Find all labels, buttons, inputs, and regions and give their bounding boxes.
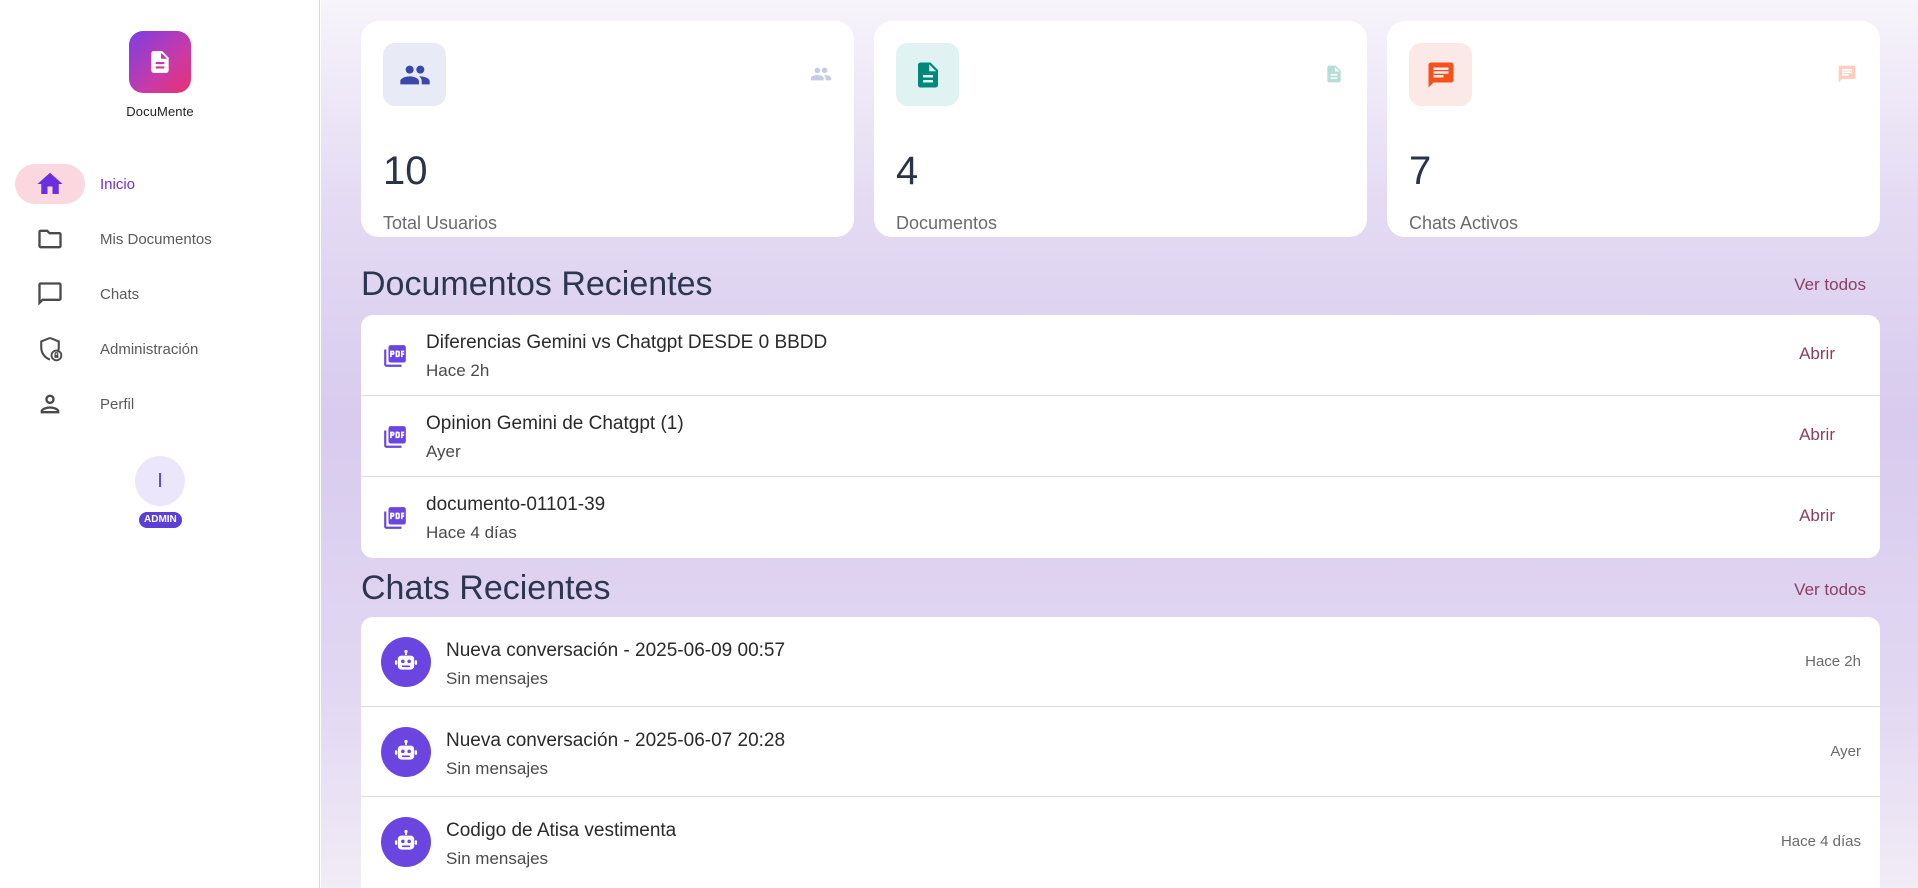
document-time: Hace 4 días — [426, 523, 517, 542]
document-name: Opinion Gemini de Chatgpt (1) — [426, 413, 684, 434]
document-time: Ayer — [426, 442, 461, 461]
avatar[interactable]: I — [135, 456, 185, 506]
list-item[interactable]: Diferencias Gemini vs Chatgpt DESDE 0 BB… — [361, 315, 1880, 396]
see-all-documents-link[interactable]: Ver todos — [1794, 275, 1866, 295]
list-item[interactable]: Codigo de Atisa vestimenta Sin mensajes … — [361, 797, 1880, 887]
sidebar-item-chats[interactable]: Chats — [0, 272, 320, 316]
sidebar-item-label: Administración — [100, 340, 199, 358]
sidebar-item-perfil[interactable]: Perfil — [0, 382, 320, 426]
section-title-documentos: Documentos Recientes — [361, 265, 713, 303]
chat-subtitle: Sin mensajes — [446, 849, 549, 868]
nav-icon-wrap — [15, 164, 85, 204]
nav-icon-wrap — [15, 384, 85, 424]
bot-avatar — [381, 817, 431, 867]
chat-time: Hace 4 días — [1780, 833, 1861, 850]
documents-list: Diferencias Gemini vs Chatgpt DESDE 0 BB… — [361, 315, 1880, 558]
sidebar-item-label: Chats — [100, 285, 140, 303]
list-item[interactable]: Nueva conversación - 2025-06-09 00:57 Si… — [361, 617, 1880, 707]
home-icon — [37, 172, 63, 194]
stat-label: Chats Activos — [1409, 213, 1519, 233]
role-badge: ADMIN — [139, 512, 182, 528]
person-icon — [40, 394, 60, 414]
stat-card-documentos[interactable]: 4 Documentos — [874, 21, 1367, 237]
chats-list: Nueva conversación - 2025-06-09 00:57 Si… — [361, 617, 1880, 888]
robot-icon — [394, 649, 418, 670]
stat-icon-box — [383, 43, 446, 106]
open-document-button[interactable]: Abrir — [1799, 506, 1835, 526]
document-icon — [151, 51, 169, 73]
section-title-chats: Chats Recientes — [361, 569, 611, 607]
sidebar-item-label: Mis Documentos — [100, 230, 212, 248]
pdf-icon — [384, 345, 406, 367]
pdf-icon — [384, 507, 406, 529]
chat-time: Ayer — [1830, 743, 1861, 760]
sidebar: DocuMente Inicio Mis Documentos Chats Ad… — [0, 0, 320, 888]
chat-subtitle: Sin mensajes — [446, 669, 549, 688]
document-name: documento-01101-39 — [426, 494, 606, 515]
main-content: 10 Total Usuarios 4 Documentos 7 Chats A… — [321, 0, 1918, 888]
document-time: Hace 2h — [426, 361, 490, 380]
stat-icon-box — [1409, 43, 1472, 106]
chat-icon — [1428, 62, 1453, 87]
chat-subtitle: Sin mensajes — [446, 759, 549, 778]
sidebar-item-mis-documentos[interactable]: Mis Documentos — [0, 217, 320, 261]
open-document-button[interactable]: Abrir — [1799, 425, 1835, 445]
document-icon — [917, 62, 938, 87]
chat-title: Codigo de Atisa vestimenta — [446, 820, 677, 841]
document-icon — [1323, 63, 1345, 85]
bot-avatar — [381, 637, 431, 687]
nav-icon-wrap — [15, 219, 85, 259]
admin-shield-icon — [40, 336, 63, 362]
chat-title: Nueva conversación - 2025-06-07 20:28 — [446, 730, 786, 751]
nav-icon-wrap — [15, 329, 85, 369]
stat-value: 4 — [896, 149, 919, 193]
people-icon — [810, 63, 832, 85]
sidebar-item-label: Perfil — [100, 395, 135, 413]
chat-time: Hace 2h — [1805, 653, 1861, 670]
robot-icon — [394, 829, 418, 850]
see-all-chats-link[interactable]: Ver todos — [1794, 580, 1866, 600]
chat-icon — [1836, 63, 1858, 85]
robot-icon — [394, 739, 418, 760]
pdf-icon — [384, 426, 406, 448]
app-logo[interactable] — [129, 31, 191, 93]
app-name: DocuMente — [126, 104, 194, 119]
bot-avatar — [381, 727, 431, 777]
stat-label: Documentos — [896, 213, 998, 233]
list-item[interactable]: Opinion Gemini de Chatgpt (1) Ayer Abrir — [361, 396, 1880, 477]
chat-bubble-icon — [38, 282, 62, 306]
sidebar-item-inicio[interactable]: Inicio — [0, 162, 320, 206]
people-icon — [399, 65, 430, 84]
list-item[interactable]: documento-01101-39 Hace 4 días Abrir — [361, 477, 1880, 558]
list-item[interactable]: Nueva conversación - 2025-06-07 20:28 Si… — [361, 707, 1880, 797]
chat-title: Nueva conversación - 2025-06-09 00:57 — [446, 640, 786, 661]
sidebar-item-administracion[interactable]: Administración — [0, 327, 320, 371]
stat-value: 10 — [383, 149, 428, 193]
stat-card-chats[interactable]: 7 Chats Activos — [1387, 21, 1880, 237]
document-name: Diferencias Gemini vs Chatgpt DESDE 0 BB… — [426, 332, 828, 353]
stat-label: Total Usuarios — [383, 213, 498, 233]
sidebar-item-label: Inicio — [100, 175, 136, 193]
stat-value: 7 — [1409, 149, 1432, 193]
stat-card-usuarios[interactable]: 10 Total Usuarios — [361, 21, 854, 237]
folder-icon — [38, 229, 62, 249]
nav-icon-wrap — [15, 274, 85, 314]
stat-icon-box — [896, 43, 959, 106]
open-document-button[interactable]: Abrir — [1799, 344, 1835, 364]
